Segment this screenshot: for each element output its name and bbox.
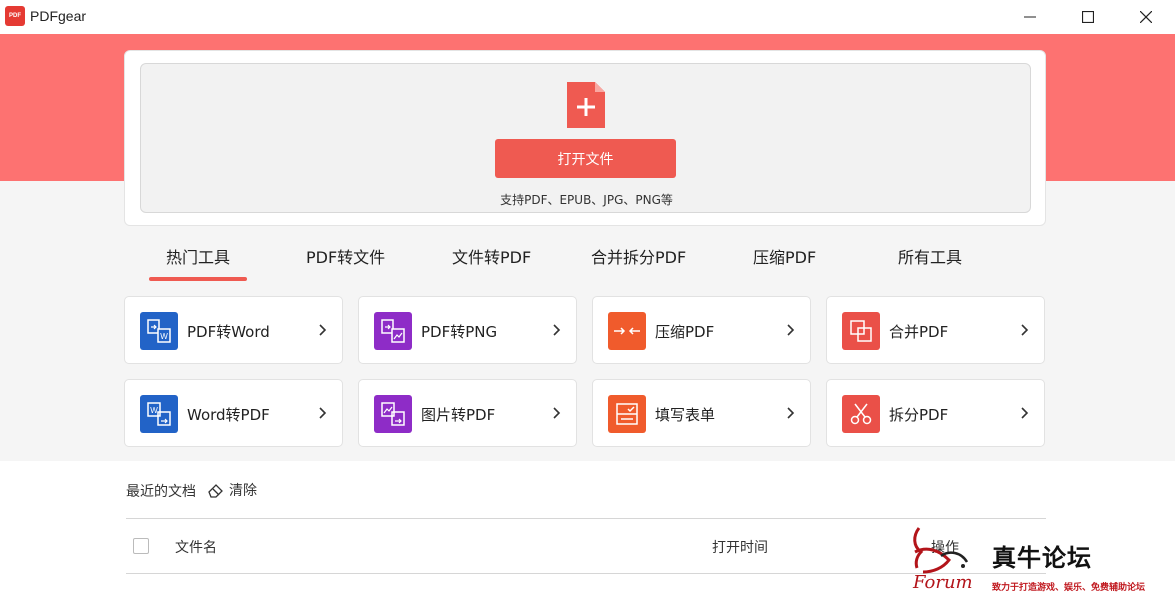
tool-label: 拆分PDF [889, 406, 949, 424]
chevron-right-icon [319, 407, 327, 419]
tab-popular-tools[interactable]: 热门工具 [148, 244, 248, 281]
title-bar: PDF PDFgear [0, 0, 1175, 34]
tool-label: Word转PDF [187, 406, 270, 424]
compress-icon [608, 312, 646, 350]
chevron-right-icon [319, 324, 327, 336]
table-divider [126, 518, 1046, 519]
tool-label: 合并PDF [889, 323, 949, 341]
watermark-forum: Forum [913, 572, 973, 593]
tool-label: 填写表单 [655, 406, 716, 424]
fill-form-icon [608, 395, 646, 433]
pdf-to-word-icon: W [140, 312, 178, 350]
svg-text:W: W [160, 332, 168, 341]
tool-split-pdf[interactable]: 拆分PDF [826, 379, 1045, 447]
tool-merge-pdf[interactable]: 合并PDF [826, 296, 1045, 364]
tool-label: PDF转PNG [421, 323, 498, 341]
tool-label: 图片转PDF [421, 406, 496, 424]
chevron-right-icon [553, 324, 561, 336]
tool-fill-form[interactable]: 填写表单 [592, 379, 811, 447]
select-all-checkbox[interactable] [133, 538, 149, 554]
tool-word-to-pdf[interactable]: W Word转PDF [124, 379, 343, 447]
tool-label: 压缩PDF [655, 323, 715, 341]
tool-label: PDF转Word [187, 323, 270, 341]
chevron-right-icon [787, 324, 795, 336]
maximize-button[interactable] [1065, 0, 1111, 34]
watermark-brand: 真牛论坛 [992, 544, 1092, 572]
app-logo-icon: PDF [5, 6, 25, 26]
image-to-pdf-icon [374, 395, 412, 433]
chevron-right-icon [1021, 324, 1029, 336]
supported-formats-text: 支持PDF、EPUB、JPG、PNG等 [500, 193, 673, 207]
maximize-icon [1082, 11, 1094, 23]
forum-watermark: 真牛论坛 Forum 致力于打造游戏、娱乐、免费辅助论坛 [905, 522, 1167, 598]
tab-compress-pdf[interactable]: 压缩PDF [753, 244, 816, 268]
merge-icon [842, 312, 880, 350]
tool-image-to-pdf[interactable]: 图片转PDF [358, 379, 577, 447]
tool-tabs: 热门工具 PDF转文件 文件转PDF 合并拆分PDF 压缩PDF 所有工具 [124, 236, 1046, 286]
file-drop-zone[interactable]: 打开文件 支持PDF、EPUB、JPG、PNG等 [140, 63, 1031, 213]
tab-merge-split-pdf[interactable]: 合并拆分PDF [591, 244, 686, 268]
watermark-slogan: 致力于打造游戏、娱乐、免费辅助论坛 [992, 583, 1146, 593]
chevron-right-icon [553, 407, 561, 419]
tool-compress-pdf[interactable]: 压缩PDF [592, 296, 811, 364]
file-plus-icon[interactable] [567, 82, 605, 128]
pdf-to-png-icon [374, 312, 412, 350]
clear-recent-button[interactable]: 清除 [207, 480, 257, 500]
close-button[interactable] [1123, 0, 1169, 34]
column-open-time[interactable]: 打开时间 [712, 537, 768, 557]
clear-label: 清除 [229, 483, 257, 499]
close-icon [1140, 11, 1152, 23]
recent-documents-title: 最近的文档 [126, 484, 196, 500]
split-icon [842, 395, 880, 433]
svg-text:W: W [150, 406, 158, 415]
column-file-name[interactable]: 文件名 [175, 537, 217, 557]
app-title: PDFgear [30, 8, 87, 24]
tab-all-tools[interactable]: 所有工具 [898, 244, 962, 268]
tool-pdf-to-png[interactable]: PDF转PNG [358, 296, 577, 364]
tab-pdf-to-file[interactable]: PDF转文件 [306, 244, 385, 268]
upload-card: 打开文件 支持PDF、EPUB、JPG、PNG等 [124, 50, 1046, 226]
chevron-right-icon [1021, 407, 1029, 419]
open-file-button[interactable]: 打开文件 [495, 139, 676, 178]
minimize-icon [1024, 16, 1036, 18]
tab-file-to-pdf[interactable]: 文件转PDF [452, 244, 531, 268]
tool-pdf-to-word[interactable]: W PDF转Word [124, 296, 343, 364]
minimize-button[interactable] [1007, 0, 1053, 34]
chevron-right-icon [787, 407, 795, 419]
word-to-pdf-icon: W [140, 395, 178, 433]
eraser-icon [208, 484, 223, 498]
